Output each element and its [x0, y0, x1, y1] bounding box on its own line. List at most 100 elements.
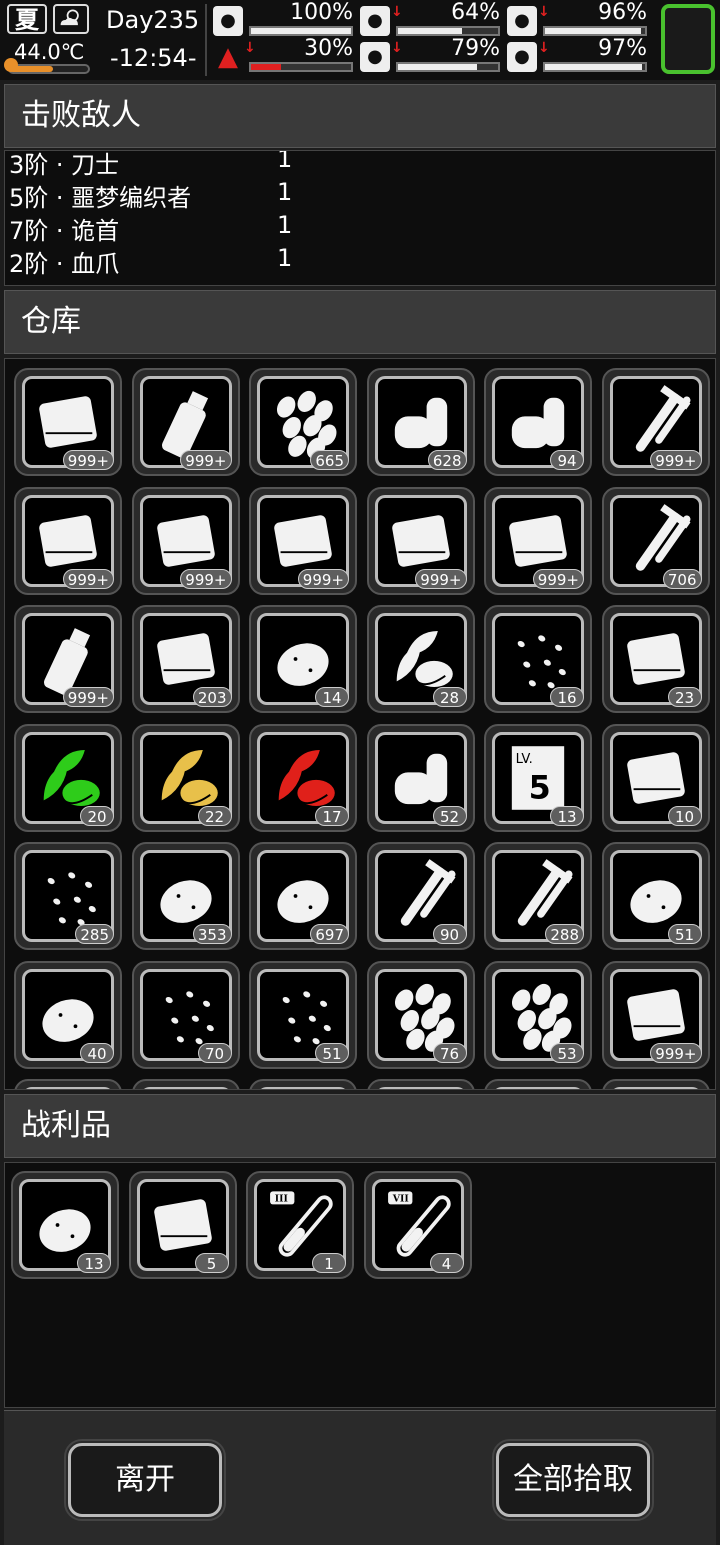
item-slot[interactable]: 90 — [366, 842, 475, 950]
item-slot[interactable]: VII 4 — [363, 1171, 472, 1279]
enemy-count: 1 — [277, 211, 293, 239]
item-slot[interactable]: 20 — [14, 723, 122, 832]
divider — [205, 4, 207, 76]
arrow-down-icon: ↓ — [538, 40, 550, 56]
item-quantity: 40 — [80, 1042, 114, 1063]
item-slot[interactable]: 10 — [601, 723, 710, 832]
item-slot[interactable]: 51 — [601, 842, 710, 950]
defeated-enemies-list[interactable]: 3阶 · 刀士 1 5阶 · 噩梦编织者 1 7阶 · 诡首 1 2阶 · 血爪 1 — [4, 150, 716, 286]
item-quantity: 28 — [432, 687, 467, 707]
item-frame — [257, 1087, 349, 1089]
stat-value: 96% — [598, 0, 647, 25]
item-slot[interactable]: 51 — [249, 960, 357, 1069]
item-slot[interactable]: 40 — [14, 960, 122, 1069]
item-slot[interactable]: 203 — [131, 605, 240, 713]
item-slot[interactable]: 999+ — [131, 368, 240, 476]
take-all-button[interactable]: 全部拾取 — [492, 1439, 654, 1521]
svg-text:III: III — [275, 1194, 288, 1205]
item-slot[interactable]: 999+ — [14, 605, 122, 713]
item-quantity: 288 — [545, 924, 584, 944]
item-slot[interactable]: 288 — [484, 842, 592, 950]
item-slot[interactable] — [249, 1079, 357, 1089]
item-quantity: 90 — [432, 924, 467, 944]
item-slot[interactable]: 94 — [484, 368, 592, 476]
item-frame — [492, 1087, 584, 1089]
item-quantity: 1 — [312, 1253, 346, 1273]
item-slot[interactable]: 999+ — [601, 960, 710, 1069]
svg-text:LV.: LV. — [516, 752, 533, 767]
item-slot[interactable]: 999+ — [601, 368, 710, 476]
item-slot[interactable]: 52 — [366, 723, 475, 832]
item-quantity: 999+ — [650, 450, 702, 470]
item-frame — [22, 1087, 114, 1089]
item-quantity: 22 — [197, 805, 232, 826]
item-slot[interactable]: III 1 — [246, 1171, 354, 1279]
item-frame — [374, 1087, 467, 1089]
item-quantity: 999+ — [62, 687, 114, 707]
enemy-count: 1 — [277, 150, 293, 173]
item-quantity: 52 — [432, 805, 467, 826]
item-quantity: 999+ — [297, 568, 349, 589]
arrow-down-icon: ↓ — [391, 4, 403, 20]
minimap-button[interactable] — [661, 4, 715, 74]
enemy-row: 7阶 · 诡首 1 — [9, 211, 292, 246]
stat-value: 30% — [304, 36, 353, 61]
item-slot[interactable]: 665 — [249, 368, 357, 476]
item-quantity: 999+ — [415, 568, 467, 589]
item-slot[interactable]: LV. 5 13 — [484, 723, 592, 832]
item-slot[interactable]: 17 — [249, 723, 357, 832]
item-slot[interactable]: 628 — [366, 368, 475, 476]
item-slot[interactable] — [601, 1079, 710, 1089]
item-slot[interactable]: 23 — [601, 605, 710, 713]
item-slot[interactable]: 999+ — [131, 486, 240, 595]
leave-button[interactable]: 离开 — [64, 1439, 226, 1521]
pill-icon: ● — [507, 6, 537, 36]
item-slot[interactable]: 13 — [11, 1171, 119, 1279]
item-slot[interactable]: 999+ — [366, 486, 475, 595]
stat-mood: ● ↓ 96% — [507, 0, 647, 38]
item-quantity: 999+ — [650, 1042, 702, 1063]
item-frame — [609, 1087, 702, 1089]
item-slot[interactable]: 14 — [249, 605, 357, 713]
stat-value: 100% — [290, 0, 353, 25]
stat-value: 64% — [451, 0, 500, 25]
item-quantity: 665 — [310, 450, 349, 470]
item-slot[interactable]: 28 — [366, 605, 475, 713]
item-slot[interactable]: 16 — [484, 605, 592, 713]
stat-stamina: ▲ ↓ 30% — [213, 36, 353, 74]
stat-bar — [396, 62, 500, 72]
item-slot[interactable] — [484, 1079, 592, 1089]
loot-grid[interactable]: 13 5 III 1 VII 4 — [4, 1162, 716, 1408]
item-slot[interactable]: 22 — [131, 723, 240, 832]
item-slot[interactable]: 999+ — [484, 486, 592, 595]
item-slot[interactable] — [14, 1079, 122, 1089]
item-quantity: 17 — [315, 805, 349, 826]
item-quantity: 353 — [192, 924, 232, 944]
item-quantity: 697 — [310, 924, 349, 944]
item-slot[interactable]: 285 — [14, 842, 122, 950]
item-slot[interactable]: 70 — [131, 960, 240, 1069]
storage-grid[interactable]: 999+ 999+ 665 628 94 999+ 999+ 999+ 999+… — [4, 358, 716, 1090]
item-slot[interactable]: 353 — [131, 842, 240, 950]
item-quantity: 16 — [550, 687, 584, 707]
item-slot[interactable]: 999+ — [249, 486, 357, 595]
item-slot[interactable] — [366, 1079, 475, 1089]
item-slot[interactable] — [131, 1079, 240, 1089]
svg-text:VII: VII — [391, 1194, 408, 1205]
item-slot[interactable]: 999+ — [14, 368, 122, 476]
item-slot[interactable]: 999+ — [14, 486, 122, 595]
stomach-icon: ● — [360, 6, 390, 36]
stat-bar — [543, 62, 647, 72]
loot-header: 战利品 — [4, 1094, 716, 1158]
enemy-count: 1 — [277, 244, 293, 272]
item-slot[interactable]: 5 — [128, 1171, 237, 1279]
item-slot[interactable]: 706 — [601, 486, 710, 595]
stat-bar — [249, 26, 353, 36]
item-slot[interactable]: 697 — [249, 842, 357, 950]
item-slot[interactable]: 76 — [366, 960, 475, 1069]
arrow-down-icon: ↓ — [538, 4, 550, 20]
item-quantity: 4 — [429, 1253, 464, 1273]
item-slot[interactable]: 53 — [484, 960, 592, 1069]
item-quantity: 999+ — [532, 568, 584, 589]
enemy-count: 1 — [277, 178, 293, 206]
